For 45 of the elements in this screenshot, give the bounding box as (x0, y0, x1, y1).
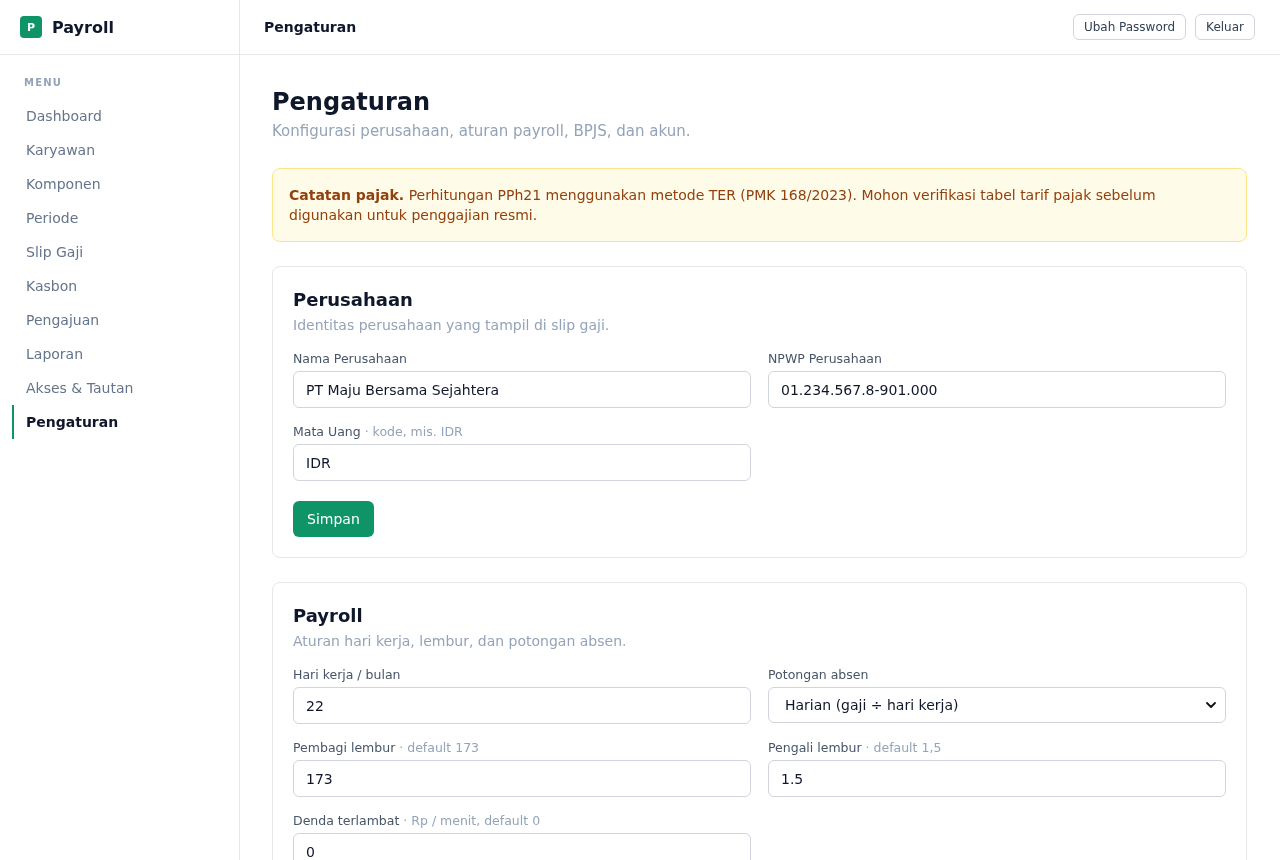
notice-text: Catatan pajak. Perhitungan PPh21 menggunakan metode TER (PMK 168/2023). Mohon verifikasi tabel tarif pajak sebelum digunakan untuk penggajian resmi. (289, 186, 1157, 225)
menu-heading: MENU (24, 76, 63, 90)
section-title: Payroll (293, 604, 364, 628)
field-hint: · default 173 (399, 740, 480, 756)
sidebar-item[interactable]: Pengajuan (12, 303, 227, 337)
input-field[interactable]: 01.234.567.8-901.000 (768, 371, 1226, 408)
sidebar-item[interactable]: Laporan (12, 337, 227, 371)
app-name: Payroll (52, 17, 114, 37)
sidebar-item[interactable]: Akses & Tautan (12, 371, 227, 405)
header-button[interactable]: Ubah Password (1072, 14, 1187, 40)
page-header-title: Pengaturan (264, 19, 357, 35)
field-label: Mata Uang (293, 424, 361, 440)
page-title: Pengaturan (272, 87, 431, 117)
sidebar-item[interactable]: Slip Gaji (12, 235, 227, 269)
input-field[interactable]: 22 (293, 687, 751, 724)
sidebar-item[interactable]: Pengaturan (12, 405, 227, 439)
field-label: Potongan absen (768, 667, 869, 683)
field-hint: · kode, mis. IDR (364, 424, 463, 440)
field-label: Pembagi lembur (293, 740, 396, 756)
sidebar-item[interactable]: Karyawan (12, 133, 227, 167)
header-button[interactable]: Keluar (1195, 14, 1255, 40)
chevron-down-icon (1206, 702, 1216, 708)
field-label: Denda terlambat (293, 813, 400, 829)
save-button[interactable]: Simpan (293, 501, 374, 537)
sidebar-item[interactable]: Komponen (12, 167, 227, 201)
input-field[interactable]: 0 (293, 833, 751, 860)
input-field[interactable]: IDR (293, 444, 751, 481)
field-hint: · default 1,5 (865, 740, 942, 756)
field-label: Hari kerja / bulan (293, 667, 401, 683)
section-title: Perusahaan (293, 288, 414, 312)
page-subtitle: Konfigurasi perusahaan, aturan payroll, BPJS, dan akun. (272, 121, 692, 142)
field-hint: · Rp / menit, default 0 (403, 813, 541, 829)
section-subtitle: Aturan hari kerja, lembur, dan potongan absen. (293, 632, 628, 651)
field-label: Pengali lembur (768, 740, 862, 756)
field-label: Nama Perusahaan (293, 351, 407, 367)
input-field[interactable]: 173 (293, 760, 751, 797)
field-label: NPWP Perusahaan (768, 351, 882, 367)
select-field[interactable]: Harian (gaji ÷ hari kerja) (768, 687, 1226, 723)
sidebar-item[interactable]: Periode (12, 201, 227, 235)
section-subtitle: Identitas perusahaan yang tampil di slip gaji. (293, 316, 611, 335)
input-field[interactable]: PT Maju Bersama Sejahtera (293, 371, 751, 408)
sidebar-item[interactable]: Kasbon (12, 269, 227, 303)
logo-icon: P (20, 16, 42, 38)
input-field[interactable]: 1.5 (768, 760, 1226, 797)
sidebar-item[interactable]: Dashboard (12, 99, 227, 133)
